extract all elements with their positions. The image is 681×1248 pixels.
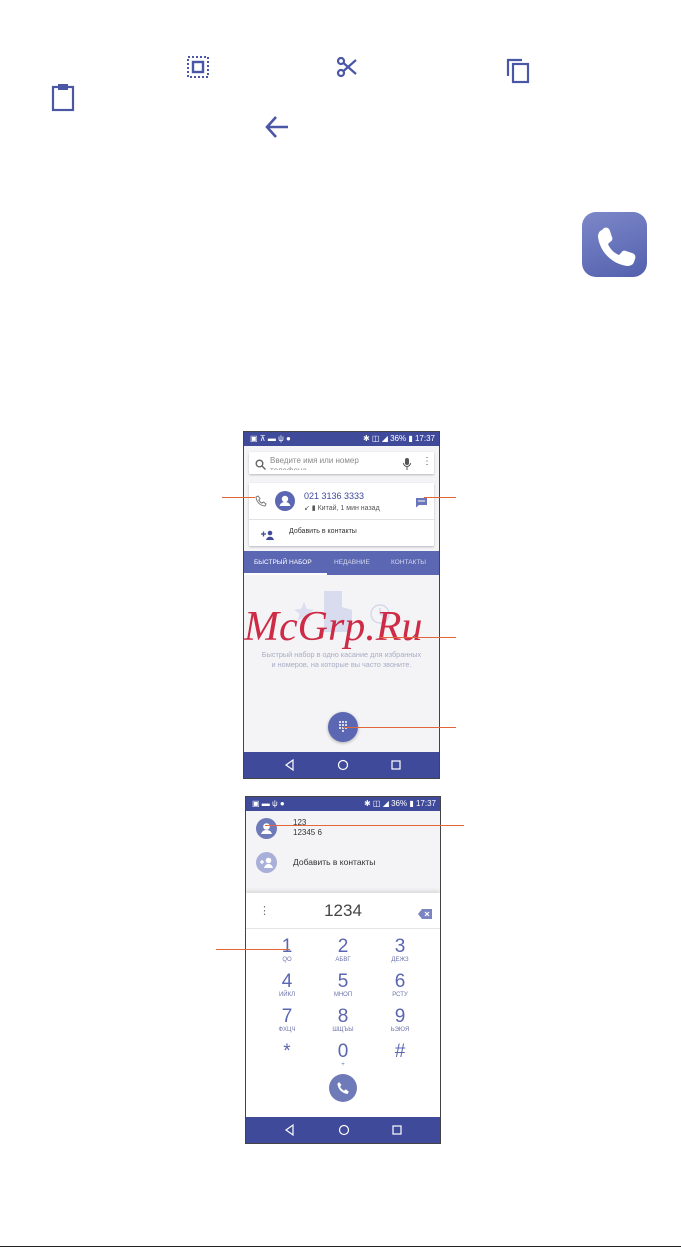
empty-state-line2: и номеров, на которые вы часто звоните. [271,660,412,669]
empty-state-line1: Быстрый набор в одно касание для избранн… [261,650,422,659]
key-letters: МНОП [333,992,353,998]
nav-home-icon[interactable] [336,1122,352,1138]
copy-icon [504,56,532,84]
add-contact-avatar [256,852,277,873]
key-digit: 6 [394,971,406,992]
add-contact-label[interactable]: Добавить в контакты [289,528,357,535]
dialpad-key[interactable]: 1 QO [267,936,307,964]
key-digit: * [283,1041,291,1062]
nav-bar [244,752,439,778]
dialpad-key[interactable]: 5 МНОП [323,971,363,999]
nav-recents-icon[interactable] [388,757,404,773]
status-bar: ▣ ▬ ψ ● ✱ ◫ ◢ 36% ▮ 17:37 [246,797,440,811]
key-digit: 7 [281,1006,293,1027]
callout-line [424,497,456,498]
page-bottom-rule [0,1246,681,1247]
key-letters: ФХЦЧ [278,1027,296,1033]
notification-icons: ▣ ⊼ ▬ ψ ● [250,434,291,443]
watermark: McGrp.Ru [244,604,423,650]
cut-icon [335,55,359,79]
key-digit: 3 [394,936,406,957]
key-digit: 1 [281,936,293,957]
notification-icons: ▣ ▬ ψ ● [252,799,285,808]
search-icon [255,457,266,475]
tab-indicator [244,573,327,575]
call-button[interactable] [329,1074,357,1102]
nav-bar [246,1117,440,1143]
nav-home-icon[interactable] [335,757,351,773]
callout-line [222,497,255,498]
dialer-screen-2: ▣ ▬ ψ ● ✱ ◫ ◢ 36% ▮ 17:37 123 12345 6 До… [245,796,441,1144]
dialpad-key[interactable]: 2 АБВГ [323,936,363,964]
dialpad-key[interactable]: * [267,1042,307,1062]
key-letters: + [341,1062,345,1068]
add-contact-icon [261,527,275,545]
key-letters: РСТУ [392,992,408,998]
dialpad-key[interactable]: # [380,1042,420,1062]
more-options-icon[interactable]: ⋮ [422,456,432,468]
status-time: 17:37 [414,434,435,443]
key-letters: ЬЭЮЯ [390,1027,410,1033]
mic-icon[interactable] [403,457,411,475]
callout-line [343,727,456,728]
avatar [275,491,295,511]
suggestion-number: 12345 6 [293,828,322,837]
select-all-icon [186,55,210,79]
search-bar[interactable]: Введите имя или номер телефона ⋮ [249,452,434,474]
key-digit: 8 [337,1006,349,1027]
paste-icon [50,82,76,112]
key-letters: ИЙКЛ [278,992,296,998]
key-digit: 9 [394,1006,406,1027]
call-icon[interactable] [255,494,267,512]
callout-line [380,637,456,638]
tab-bar: БЫСТРЫЙ НАБОР НЕДАВНИЕ КОНТАКТЫ [244,551,439,575]
key-digit: 0 [337,1041,349,1062]
nav-recents-icon[interactable] [389,1122,405,1138]
dialpad-key[interactable]: 9 ЬЭЮЯ [380,1006,420,1034]
add-contact-label[interactable]: Добавить в контакты [293,857,375,867]
phone-app-icon [582,212,647,277]
dialpad-key[interactable]: 4 ИЙКЛ [267,971,307,999]
key-digit: 2 [337,936,349,957]
recent-call-card[interactable]: 021 3136 3333 ↙ ▮ Китай, 1 мин назад Доб… [249,483,434,546]
battery-level: 36% [390,434,407,443]
dialpad-panel: ⋮ 1234 1 QO 2 АБВГ 3 ДЕЖЗ 4 ИЙКЛ 5 МНОП 6 РСТУ 7 ФХЦЧ… [246,893,440,1117]
key-letters: ШЩЪЫ [332,1027,354,1033]
callout-line [216,949,290,950]
key-digit: 4 [281,971,293,992]
dialpad-key[interactable]: 0 + [323,1041,363,1069]
search-placeholder: Введите имя или номер телефона [270,456,359,470]
key-letters: QO [282,957,292,963]
dialpad-key[interactable]: 7 ФХЦЧ [267,1006,307,1034]
key-letters: АБВГ [335,957,351,963]
nav-back-icon[interactable] [282,757,298,773]
key-digit: # [394,1041,406,1062]
nav-back-icon[interactable] [282,1122,298,1138]
recent-number: 021 3136 3333 [304,491,365,501]
tab-contacts[interactable]: КОНТАКТЫ [391,559,426,566]
battery-level: 36% [391,799,408,808]
divider [246,928,440,929]
callout-line [265,825,464,826]
status-bar: ▣ ⊼ ▬ ψ ● ✱ ◫ ◢ 36% ▮ 17:37 [244,432,439,446]
dialpad-key[interactable]: 8 ШЩЪЫ [323,1006,363,1034]
tab-recent[interactable]: НЕДАВНИЕ [334,559,370,566]
dialed-number: 1234 [324,901,362,920]
key-digit: 5 [337,971,349,992]
key-letters: ДЕЖЗ [391,957,409,963]
recent-detail: ↙ ▮ Китай, 1 мин назад [304,505,380,512]
dialpad-key[interactable]: 3 ДЕЖЗ [380,936,420,964]
dialpad-key[interactable]: 6 РСТУ [380,971,420,999]
back-arrow-icon [263,113,291,141]
backspace-icon[interactable] [418,906,432,924]
avatar [256,818,277,839]
status-time: 17:37 [415,799,436,808]
tab-speed-dial[interactable]: БЫСТРЫЙ НАБОР [254,559,312,566]
call-icon [337,1082,349,1094]
divider [249,519,434,520]
